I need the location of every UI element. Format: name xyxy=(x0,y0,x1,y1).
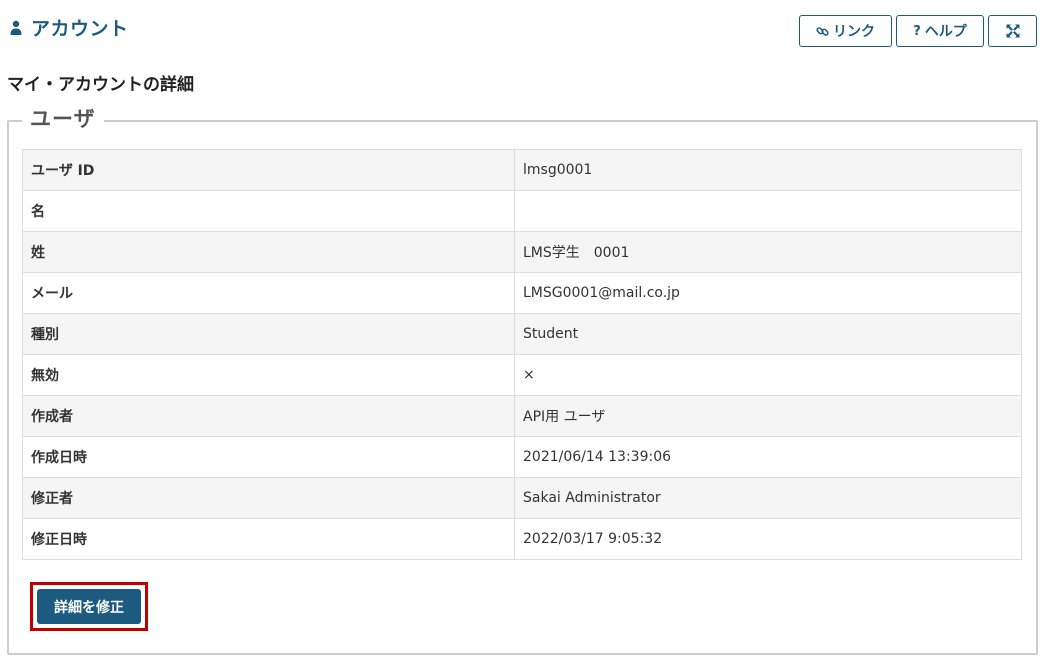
row-value: 2022/03/17 9:05:32 xyxy=(514,518,1022,560)
page-title: アカウント xyxy=(31,18,129,40)
table-row: 無効 × xyxy=(22,354,1022,396)
help-button[interactable]: ? ヘルプ xyxy=(896,15,984,47)
table-row: 姓 LMS学生 0001 xyxy=(22,231,1022,273)
table-row: 種別 Student xyxy=(22,313,1022,355)
row-label: 修正日時 xyxy=(22,518,515,560)
row-label: 作成日時 xyxy=(22,436,515,478)
row-label: メール xyxy=(22,272,515,314)
edit-details-button[interactable]: 詳細を修正 xyxy=(37,589,141,624)
account-details-table: ユーザ ID lmsg0001 名 姓 LMS学生 0001 メール LMSG0… xyxy=(22,149,1022,560)
row-label: ユーザ ID xyxy=(22,149,515,191)
toolbar: リンク ? ヘルプ xyxy=(799,15,1037,47)
row-label: 姓 xyxy=(22,231,515,273)
row-value: × xyxy=(514,354,1022,396)
link-icon xyxy=(816,26,829,36)
help-button-label: ヘルプ xyxy=(924,24,967,40)
row-value: API用 ユーザ xyxy=(514,395,1022,437)
account-page: アカウント リンク ? ヘルプ マイ・アカウントの詳細 ユーザ ユーザ ID l… xyxy=(0,0,1043,665)
row-value: lmsg0001 xyxy=(514,149,1022,191)
expand-icon xyxy=(1006,24,1019,38)
row-label: 名 xyxy=(22,190,515,232)
user-icon xyxy=(10,20,22,35)
section-title: マイ・アカウントの詳細 xyxy=(7,75,194,95)
page-header: アカウント xyxy=(10,14,129,41)
row-value: Student xyxy=(514,313,1022,355)
table-row: 作成日時 2021/06/14 13:39:06 xyxy=(22,436,1022,478)
row-value xyxy=(514,190,1022,232)
row-value: LMS学生 0001 xyxy=(514,231,1022,273)
table-row: メール LMSG0001@mail.co.jp xyxy=(22,272,1022,314)
question-icon: ? xyxy=(913,23,921,39)
row-value: Sakai Administrator xyxy=(514,477,1022,519)
row-label: 無効 xyxy=(22,354,515,396)
row-label: 作成者 xyxy=(22,395,515,437)
link-button[interactable]: リンク xyxy=(799,15,892,47)
row-label: 種別 xyxy=(22,313,515,355)
table-row: ユーザ ID lmsg0001 xyxy=(22,149,1022,191)
expand-button[interactable] xyxy=(988,15,1037,47)
link-button-label: リンク xyxy=(833,24,875,40)
table-row: 名 xyxy=(22,190,1022,232)
row-label: 修正者 xyxy=(22,477,515,519)
row-value: 2021/06/14 13:39:06 xyxy=(514,436,1022,478)
row-value: LMSG0001@mail.co.jp xyxy=(514,272,1022,314)
table-row: 修正者 Sakai Administrator xyxy=(22,477,1022,519)
table-row: 修正日時 2022/03/17 9:05:32 xyxy=(22,518,1022,560)
fieldset-legend: ユーザ xyxy=(22,103,104,133)
table-row: 作成者 API用 ユーザ xyxy=(22,395,1022,437)
